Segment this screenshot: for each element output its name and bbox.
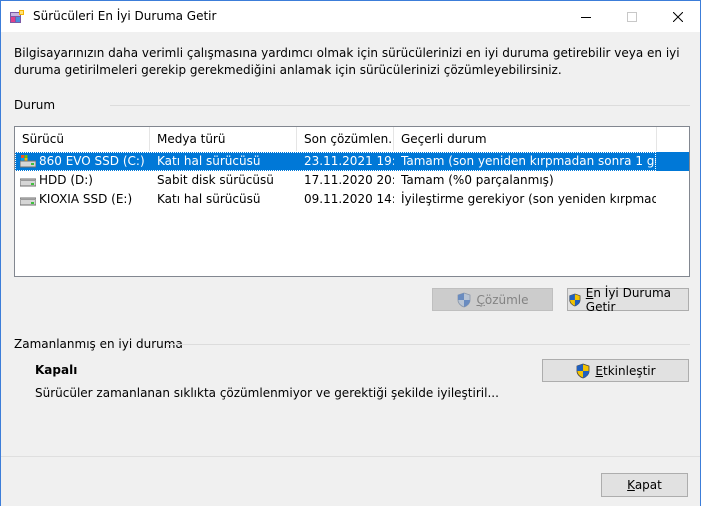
scheduled-section-divider [167, 344, 690, 345]
system-drive-icon [20, 155, 36, 168]
scheduled-section-label: Zamanlanmış en iyi duruma [14, 337, 183, 351]
drive-last-run: 09.11.2020 14:53 [304, 192, 394, 206]
close-icon [673, 11, 683, 22]
uac-shield-icon [577, 363, 590, 378]
column-header-media-type[interactable]: Medya türü [150, 127, 297, 151]
drive-media-type: Sabit disk sürücüsü [157, 173, 274, 187]
drive-current-status: İyileştirme gerekiyor (son yeniden kırpm… [401, 192, 656, 206]
title-bar[interactable]: Sürücüleri En İyi Duruma Getir [1, 1, 700, 32]
maximize-button[interactable] [609, 1, 655, 32]
enable-schedule-button[interactable]: Etkinleştir [542, 359, 689, 382]
close-button-label: Kapat [627, 478, 662, 492]
drive-current-status: Tamam (%0 parçalanmış) [401, 173, 554, 187]
column-header-drive[interactable]: Sürücü [15, 127, 150, 151]
scheduled-state: Kapalı [35, 363, 78, 377]
optimize-button-label: En İyi Duruma Getir [585, 285, 672, 314]
drive-row-d[interactable]: HDD (D:) Sabit disk sürücüsü 17.11.2020 … [15, 171, 689, 190]
analyze-button[interactable]: Çözümle [432, 288, 553, 311]
close-button[interactable]: Kapat [601, 473, 688, 497]
uac-shield-icon [569, 293, 581, 306]
drive-last-run: 17.11.2020 20:04 [304, 173, 394, 187]
drive-media-type: Katı hal sürücüsü [157, 154, 261, 168]
drive-row-e[interactable]: KIOXIA SSD (E:) Katı hal sürücüsü 09.11.… [15, 190, 689, 209]
enable-schedule-button-label: Etkinleştir [595, 363, 656, 378]
analyze-button-label: Çözümle [476, 292, 529, 307]
drive-name: HDD (D:) [39, 173, 93, 187]
status-section-divider [110, 105, 690, 106]
column-header-current-status[interactable]: Geçerli durum [394, 127, 657, 151]
uac-shield-icon [458, 292, 471, 307]
drive-name: 860 EVO SSD (C:) [39, 154, 145, 168]
scheduled-description: Sürücüler zamanlanan sıklıkta çözümlenmi… [35, 386, 499, 400]
minimize-button[interactable] [563, 1, 609, 32]
drive-current-status: Tamam (son yeniden kırpmadan sonra 1 gün… [401, 154, 656, 168]
drive-name: KIOXIA SSD (E:) [39, 192, 133, 206]
drive-last-run: 23.11.2021 19:03 [304, 154, 394, 168]
drive-icon [20, 178, 36, 187]
column-header-last-run[interactable]: Son çözümlen... [297, 127, 394, 151]
close-window-button[interactable] [655, 1, 701, 32]
window-content: Bilgisayarınızın daha verimli çalışmasın… [1, 32, 700, 506]
drive-list[interactable]: Sürücü Medya türü Son çözümlen... Geçerl… [14, 126, 690, 277]
drive-media-type: Katı hal sürücüsü [157, 192, 261, 206]
window-title: Sürücüleri En İyi Duruma Getir [33, 9, 217, 23]
maximize-icon [627, 11, 637, 22]
drive-list-header: Sürücü Medya türü Son çözümlen... Geçerl… [15, 127, 689, 151]
minimize-icon [581, 16, 591, 18]
optimize-button[interactable]: En İyi Duruma Getir [567, 285, 689, 314]
description-text: Bilgisayarınızın daha verimli çalışmasın… [14, 46, 680, 77]
drive-row-c[interactable]: 860 EVO SSD (C:) Katı hal sürücüsü 23.11… [15, 152, 689, 171]
drive-icon [20, 197, 36, 206]
defrag-app-icon [10, 10, 24, 23]
status-section-label: Durum [14, 98, 56, 112]
optimize-drives-window: Sürücüleri En İyi Duruma Getir Bilgisaya… [0, 0, 701, 506]
dialog-footer: Kapat [1, 456, 700, 506]
